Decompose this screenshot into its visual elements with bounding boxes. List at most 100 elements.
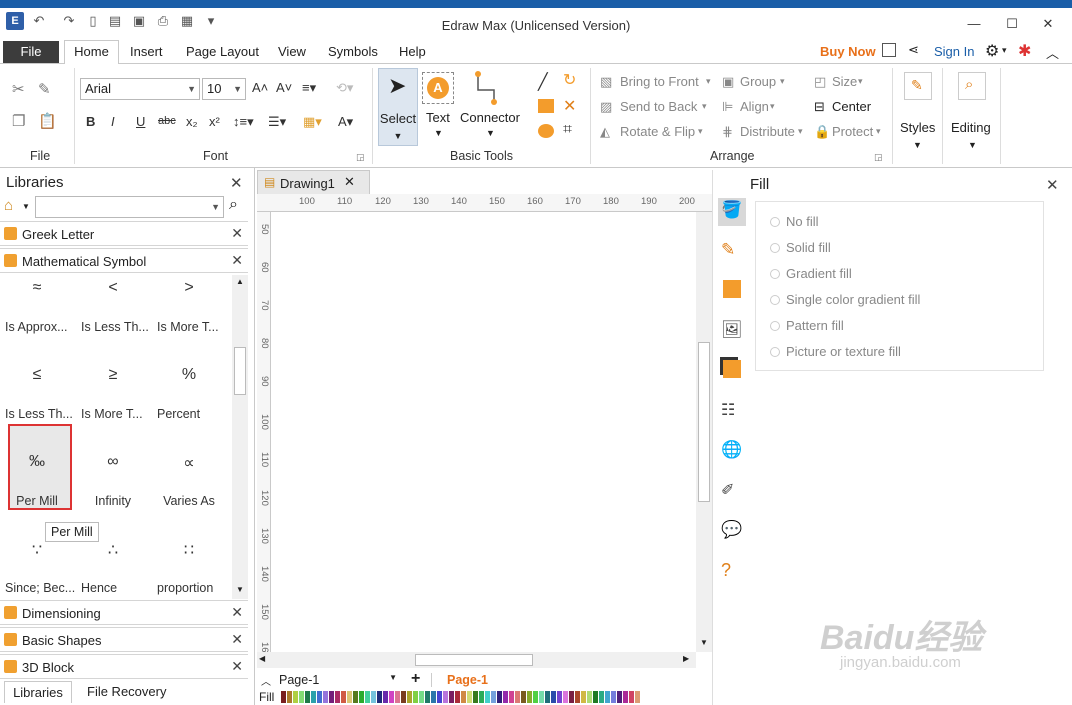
tab-home[interactable]: Home	[64, 40, 119, 64]
color-swatch[interactable]	[395, 691, 400, 703]
fill-option-pattern[interactable]: Pattern fill	[770, 318, 844, 333]
symbol-glyph[interactable]: ‰	[2, 453, 72, 471]
ellipse-icon[interactable]	[538, 124, 554, 138]
symbol-glyph[interactable]: ∵	[2, 540, 72, 560]
align-button[interactable]: Align	[740, 99, 769, 114]
scroll-right-icon[interactable]: ▶	[683, 654, 689, 663]
attachment-icon[interactable]: ✐	[721, 480, 743, 502]
library-scrollbar[interactable]: ▲ ▼	[232, 275, 248, 599]
color-swatch[interactable]	[533, 691, 538, 703]
color-swatch[interactable]	[581, 691, 586, 703]
styles-icon[interactable]: ✎	[904, 72, 932, 100]
buy-now-link[interactable]: Buy Now	[820, 44, 876, 59]
library-section-3d-block[interactable]: 3D Block ✕	[0, 654, 248, 679]
color-swatch[interactable]	[383, 691, 388, 703]
color-swatch[interactable]	[437, 691, 442, 703]
symbol-glyph[interactable]: ≤	[2, 366, 72, 384]
group-button[interactable]: Group	[740, 74, 776, 89]
distribute-button[interactable]: Distribute	[740, 124, 795, 139]
home-icon[interactable]: ⌂	[4, 197, 13, 214]
tab-drawing1[interactable]: ▤ Drawing1 ✕	[257, 170, 370, 194]
tab-help[interactable]: Help	[399, 44, 426, 59]
search-icon[interactable]: ⌕	[229, 196, 238, 214]
color-swatch[interactable]	[299, 691, 304, 703]
add-page-icon[interactable]: +	[411, 670, 420, 688]
color-swatch[interactable]	[587, 691, 592, 703]
crop-icon[interactable]: ⌗	[563, 121, 572, 139]
color-swatch[interactable]	[389, 691, 394, 703]
color-swatch[interactable]	[425, 691, 430, 703]
color-swatch[interactable]	[605, 691, 610, 703]
symbol-glyph[interactable]: ≈	[2, 279, 72, 297]
color-swatch[interactable]	[539, 691, 544, 703]
color-swatch[interactable]	[545, 691, 550, 703]
fill-bucket-icon[interactable]: 🪣	[721, 200, 743, 222]
format-painter-icon[interactable]: ✎	[38, 80, 51, 98]
symbol-glyph[interactable]: ∴	[78, 540, 148, 560]
tab-page-layout[interactable]: Page Layout	[186, 44, 259, 59]
color-swatch[interactable]	[413, 691, 418, 703]
color-swatch[interactable]	[377, 691, 382, 703]
bullets-icon[interactable]: ☰▾	[268, 114, 286, 130]
library-section-basic-shapes[interactable]: Basic Shapes ✕	[0, 627, 248, 652]
color-swatch[interactable]	[461, 691, 466, 703]
edraw-apps-icon[interactable]: ✱	[1018, 41, 1031, 61]
send-to-back-button[interactable]: Send to Back	[620, 99, 697, 114]
close-fill-panel-icon[interactable]: ✕	[1046, 176, 1059, 194]
shadow-icon[interactable]	[723, 280, 741, 298]
copy-icon[interactable]: ❐	[12, 112, 25, 130]
shrink-font-icon[interactable]: A˅	[276, 80, 292, 95]
color-swatch[interactable]	[575, 691, 580, 703]
color-swatch[interactable]	[515, 691, 520, 703]
scroll-up-icon[interactable]: ▲	[232, 277, 248, 289]
color-swatch[interactable]	[329, 691, 334, 703]
line-icon[interactable]: ╱	[538, 72, 548, 92]
color-swatch[interactable]	[467, 691, 472, 703]
minimize-icon[interactable]: —	[962, 16, 986, 34]
cross-icon[interactable]: ✕	[563, 96, 576, 116]
drawing-canvas[interactable]	[272, 212, 696, 652]
color-swatch[interactable]	[365, 691, 370, 703]
color-swatch[interactable]	[371, 691, 376, 703]
line-spacing-icon[interactable]: ↕≡▾	[233, 114, 254, 130]
color-swatch[interactable]	[503, 691, 508, 703]
color-swatch[interactable]	[317, 691, 322, 703]
highlight-icon[interactable]: ▦▾	[303, 114, 322, 130]
color-swatch[interactable]	[557, 691, 562, 703]
symbol-glyph[interactable]: <	[78, 279, 148, 297]
color-swatch[interactable]	[593, 691, 598, 703]
fill-option-picture[interactable]: Picture or texture fill	[770, 344, 901, 359]
rectangle-icon[interactable]	[538, 99, 554, 113]
size-button[interactable]: Size	[832, 74, 857, 89]
page-select[interactable]: Page-1 ▼	[279, 673, 397, 689]
collapse-ribbon-icon[interactable]: ︿	[1046, 43, 1059, 62]
color-swatch[interactable]	[323, 691, 328, 703]
share-box-icon[interactable]	[882, 43, 896, 57]
color-swatch[interactable]	[509, 691, 514, 703]
bring-to-front-button[interactable]: Bring to Front	[620, 74, 699, 89]
maximize-icon[interactable]: ☐	[1000, 16, 1024, 34]
styles-button[interactable]: Styles	[900, 120, 935, 135]
close-libraries-icon[interactable]: ✕	[230, 174, 243, 192]
color-swatch[interactable]	[407, 691, 412, 703]
color-swatch[interactable]	[455, 691, 460, 703]
scroll-down-icon[interactable]: ▼	[696, 638, 712, 647]
connector-icon[interactable]	[470, 70, 506, 106]
editing-button[interactable]: Editing	[951, 120, 991, 135]
settings-caret-icon[interactable]: ▾	[1002, 45, 1007, 56]
align-text-icon[interactable]: ≡▾	[302, 80, 316, 96]
cut-icon[interactable]: ✂	[12, 80, 25, 98]
close-section-icon[interactable]: ✕	[231, 658, 243, 675]
color-swatch[interactable]	[497, 691, 502, 703]
chevron-down-icon[interactable]: ▼	[22, 202, 30, 211]
page-up-icon[interactable]: ︿	[261, 673, 271, 688]
text-direction-icon[interactable]: ⟲▾	[336, 80, 353, 96]
bold-icon[interactable]: B	[86, 114, 95, 129]
color-swatch[interactable]	[611, 691, 616, 703]
color-swatch[interactable]	[473, 691, 478, 703]
color-swatch[interactable]	[281, 691, 286, 703]
image-icon[interactable]: 🖼	[721, 320, 743, 342]
scroll-thumb[interactable]	[234, 347, 246, 395]
close-section-icon[interactable]: ✕	[231, 631, 243, 648]
library-section-dimensioning[interactable]: Dimensioning ✕	[0, 600, 248, 625]
